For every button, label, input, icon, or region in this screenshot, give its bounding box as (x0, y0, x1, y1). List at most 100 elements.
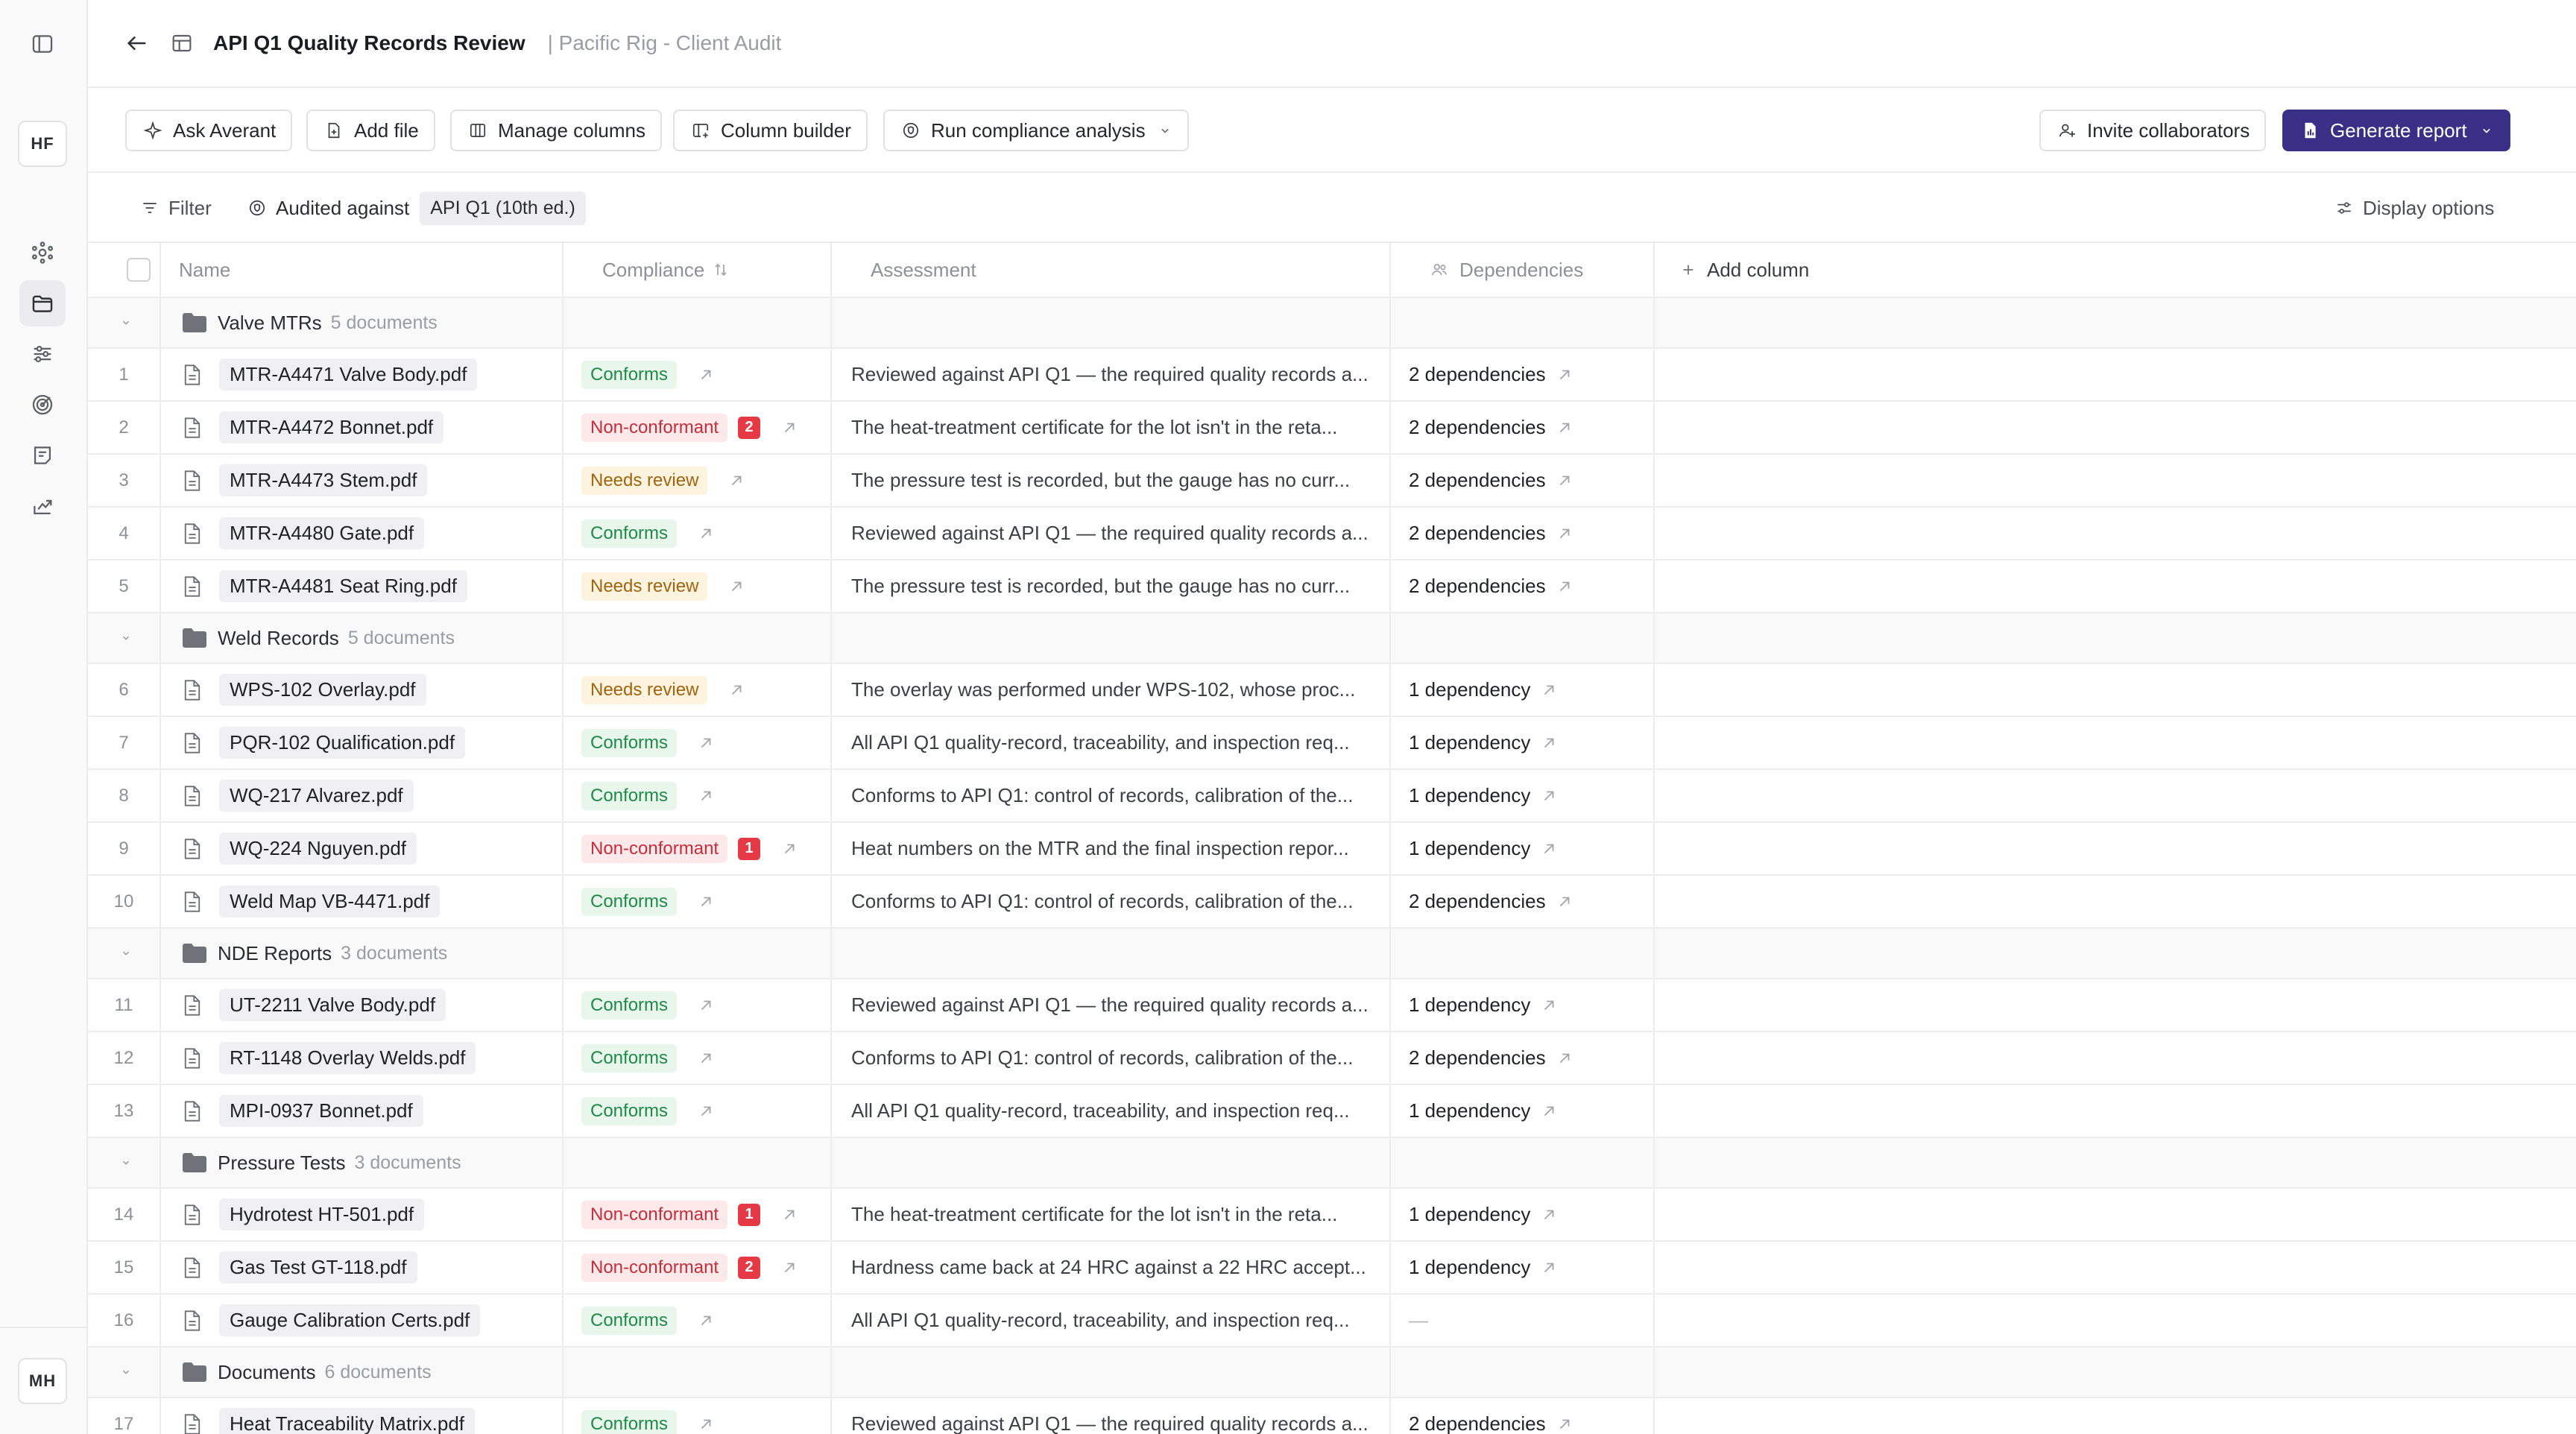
open-arrow-icon[interactable] (781, 1207, 798, 1223)
file-chip[interactable]: MTR-A4481 Seat Ring.pdf (182, 570, 467, 602)
file-chip[interactable]: WQ-217 Alvarez.pdf (182, 780, 414, 812)
open-arrow-icon[interactable] (698, 1050, 714, 1067)
file-chip[interactable]: Weld Map VB-4471.pdf (182, 885, 441, 917)
dependencies-link[interactable]: 2 dependencies (1409, 575, 1573, 598)
dependencies-link[interactable]: 2 dependencies (1409, 416, 1573, 439)
manage-columns-button[interactable]: Manage columns (450, 110, 662, 151)
table-row[interactable]: 10 Weld Map VB-4471.pdf Conforms Conforms t… (88, 876, 2576, 929)
group-row[interactable]: Weld Records 5 documents (88, 613, 2576, 664)
add-file-button[interactable]: Add file (306, 110, 435, 151)
add-column-button[interactable]: Add column (1680, 243, 1809, 297)
table-row[interactable]: 5 MTR-A4481 Seat Ring.pdf Needs review The … (88, 560, 2576, 613)
collapse-chevron-icon[interactable] (121, 929, 131, 978)
file-chip[interactable]: Gas Test GT-118.pdf (182, 1251, 417, 1283)
table-row[interactable]: 4 MTR-A4480 Gate.pdf Conforms Reviewed agai… (88, 508, 2576, 560)
dependency-arrow-icon[interactable] (1556, 1050, 1573, 1067)
sort-icon[interactable] (712, 261, 730, 279)
sliders-icon[interactable] (19, 331, 66, 377)
open-arrow-icon[interactable] (698, 1313, 714, 1329)
open-arrow-icon[interactable] (698, 735, 714, 751)
assessment-cell[interactable]: Conforms to API Q1: control of records, … (851, 876, 1373, 927)
table-row[interactable]: 13 MPI-0937 Bonnet.pdf Conforms All API Q1 … (88, 1085, 2576, 1138)
back-arrow-icon[interactable] (122, 28, 152, 58)
assessment-cell[interactable]: Conforms to API Q1: control of records, … (851, 1032, 1373, 1084)
table-row[interactable]: 11 UT-2211 Valve Body.pdf Conforms Reviewed… (88, 979, 2576, 1032)
target-icon[interactable] (19, 382, 66, 428)
assessment-cell[interactable]: Heat numbers on the MTR and the final in… (851, 823, 1373, 874)
open-arrow-icon[interactable] (781, 841, 798, 857)
open-arrow-icon[interactable] (698, 1103, 714, 1119)
dependencies-link[interactable]: 1 dependency (1409, 678, 1557, 701)
assessment-cell[interactable]: Conforms to API Q1: control of records, … (851, 770, 1373, 821)
dependencies-link[interactable]: 1 dependency (1409, 1256, 1557, 1279)
ask-averant-button[interactable]: Ask Averant (125, 110, 293, 151)
dependencies-link[interactable]: 1 dependency (1409, 784, 1557, 807)
table-row[interactable]: 8 WQ-217 Alvarez.pdf Conforms Conforms to A… (88, 770, 2576, 823)
table-row[interactable]: 1 MTR-A4471 Valve Body.pdf Conforms Reviewe… (88, 349, 2576, 402)
dependency-arrow-icon[interactable] (1541, 788, 1557, 804)
collapse-chevron-icon[interactable] (121, 1138, 131, 1187)
invite-collaborators-button[interactable]: Invite collaborators (2039, 110, 2267, 151)
open-arrow-icon[interactable] (698, 894, 714, 910)
compliance-status-badge[interactable]: Non-conformant (581, 1253, 728, 1282)
assessment-cell[interactable]: All API Q1 quality-record, traceability,… (851, 717, 1373, 768)
assessment-cell[interactable]: Reviewed against API Q1 — the required q… (851, 508, 1373, 559)
dependency-arrow-icon[interactable] (1541, 1103, 1557, 1119)
group-row[interactable]: Documents 6 documents (88, 1348, 2576, 1398)
compliance-status-badge[interactable]: Needs review (581, 675, 708, 704)
dependency-arrow-icon[interactable] (1556, 1416, 1573, 1433)
assessment-cell[interactable]: The pressure test is recorded, but the g… (851, 560, 1373, 612)
compliance-status-badge[interactable]: Conforms (581, 991, 678, 1020)
file-chip[interactable]: WPS-102 Overlay.pdf (182, 674, 426, 706)
compliance-status-badge[interactable]: Needs review (581, 572, 708, 601)
compliance-status-badge[interactable]: Conforms (581, 1409, 678, 1434)
compliance-status-badge[interactable]: Non-conformant (581, 413, 728, 442)
dependencies-link[interactable]: 1 dependency (1409, 1099, 1557, 1122)
assessment-cell[interactable]: Reviewed against API Q1 — the required q… (851, 1398, 1373, 1434)
dependency-arrow-icon[interactable] (1556, 894, 1573, 910)
file-chip[interactable]: Hydrotest HT-501.pdf (182, 1198, 425, 1231)
collapse-chevron-icon[interactable] (121, 1348, 131, 1397)
assessment-cell[interactable]: All API Q1 quality-record, traceability,… (851, 1295, 1373, 1346)
dependencies-link[interactable]: 2 dependencies (1409, 363, 1573, 386)
column-header-compliance[interactable]: Compliance (602, 243, 730, 297)
column-header-dependencies[interactable]: Dependencies (1430, 243, 1583, 297)
column-builder-button[interactable]: Column builder (673, 110, 868, 151)
open-arrow-icon[interactable] (728, 578, 745, 595)
dependencies-link[interactable]: 1 dependency (1409, 994, 1557, 1017)
dependencies-link[interactable]: 1 dependency (1409, 731, 1557, 754)
dependency-arrow-icon[interactable] (1541, 841, 1557, 857)
group-row[interactable]: NDE Reports 3 documents (88, 929, 2576, 979)
compliance-status-badge[interactable]: Conforms (581, 519, 678, 548)
dependency-arrow-icon[interactable] (1541, 1260, 1557, 1276)
file-chip[interactable]: PQR-102 Qualification.pdf (182, 727, 466, 759)
dependencies-link[interactable]: 1 dependency (1409, 837, 1557, 860)
compliance-status-badge[interactable]: Conforms (581, 1096, 678, 1125)
compliance-status-badge[interactable]: Non-conformant (581, 1200, 728, 1229)
run-compliance-analysis-button[interactable]: Run compliance analysis (883, 110, 1189, 151)
open-arrow-icon[interactable] (728, 682, 745, 698)
audited-against-selector[interactable]: Audited against API Q1 (10th ed.) (247, 191, 586, 225)
open-arrow-icon[interactable] (781, 420, 798, 436)
dependency-arrow-icon[interactable] (1556, 578, 1573, 595)
file-chip[interactable]: UT-2211 Valve Body.pdf (182, 989, 446, 1021)
folder-icon[interactable] (19, 280, 66, 326)
collapse-chevron-icon[interactable] (121, 613, 131, 663)
table-row[interactable]: 2 MTR-A4472 Bonnet.pdf Non-conformant 2 The … (88, 402, 2576, 455)
table-row[interactable]: 16 Gauge Calibration Certs.pdf Conforms All… (88, 1295, 2576, 1348)
table-row[interactable]: 9 WQ-224 Nguyen.pdf Non-conformant 1 Heat nu… (88, 823, 2576, 876)
open-arrow-icon[interactable] (698, 525, 714, 542)
file-chip[interactable]: MTR-A4471 Valve Body.pdf (182, 358, 478, 391)
dependency-arrow-icon[interactable] (1556, 420, 1573, 436)
file-chip[interactable]: MTR-A4480 Gate.pdf (182, 517, 425, 549)
group-row[interactable]: Pressure Tests 3 documents (88, 1138, 2576, 1189)
dependencies-link[interactable]: 2 dependencies (1409, 890, 1573, 913)
table-row[interactable]: 6 WPS-102 Overlay.pdf Needs review The over… (88, 664, 2576, 717)
open-arrow-icon[interactable] (781, 1260, 798, 1276)
assessment-cell[interactable]: The pressure test is recorded, but the g… (851, 455, 1373, 506)
dependencies-link[interactable]: 2 dependencies (1409, 469, 1573, 492)
dependency-arrow-icon[interactable] (1541, 1207, 1557, 1223)
standard-pill[interactable]: API Q1 (10th ed.) (420, 191, 586, 225)
assessment-cell[interactable]: Reviewed against API Q1 — the required q… (851, 349, 1373, 400)
assessment-cell[interactable]: The heat-treatment certificate for the l… (851, 402, 1373, 453)
